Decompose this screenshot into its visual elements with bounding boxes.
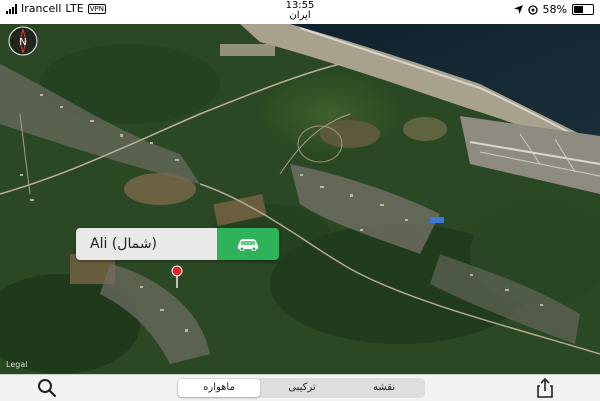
map-type-hybrid[interactable]: ترکیبی bbox=[261, 378, 343, 398]
battery-icon bbox=[572, 4, 594, 15]
search-icon[interactable] bbox=[36, 378, 58, 398]
map-type-satellite[interactable]: ماهواره bbox=[178, 379, 260, 397]
map-type-selector[interactable]: ماهواره ترکیبی نقشه bbox=[177, 378, 425, 398]
battery-percent: 58% bbox=[542, 3, 567, 16]
compass-label: N bbox=[19, 37, 26, 48]
map-pin-icon[interactable] bbox=[169, 265, 185, 289]
location-arrow-icon bbox=[513, 5, 523, 14]
map-type-map[interactable]: نقشه bbox=[343, 378, 425, 398]
location-callout[interactable]: Ali (شمال) bbox=[76, 228, 279, 260]
legal-link[interactable]: Legal bbox=[6, 360, 27, 369]
region-label: ایران bbox=[289, 10, 311, 21]
status-right: 58% bbox=[513, 3, 594, 16]
status-bar: Irancell LTE VPN 13:55 ایران 58% bbox=[0, 0, 600, 24]
status-center: 13:55 ایران bbox=[0, 1, 600, 21]
car-icon bbox=[238, 239, 258, 251]
bottom-toolbar: ماهواره ترکیبی نقشه bbox=[0, 374, 600, 401]
alarm-icon bbox=[527, 4, 538, 15]
share-icon[interactable] bbox=[534, 378, 556, 398]
directions-button[interactable] bbox=[217, 228, 279, 260]
compass-icon[interactable]: N bbox=[8, 26, 38, 56]
callout-label: Ali (شمال) bbox=[76, 228, 217, 260]
satellite-map[interactable] bbox=[0, 24, 600, 374]
